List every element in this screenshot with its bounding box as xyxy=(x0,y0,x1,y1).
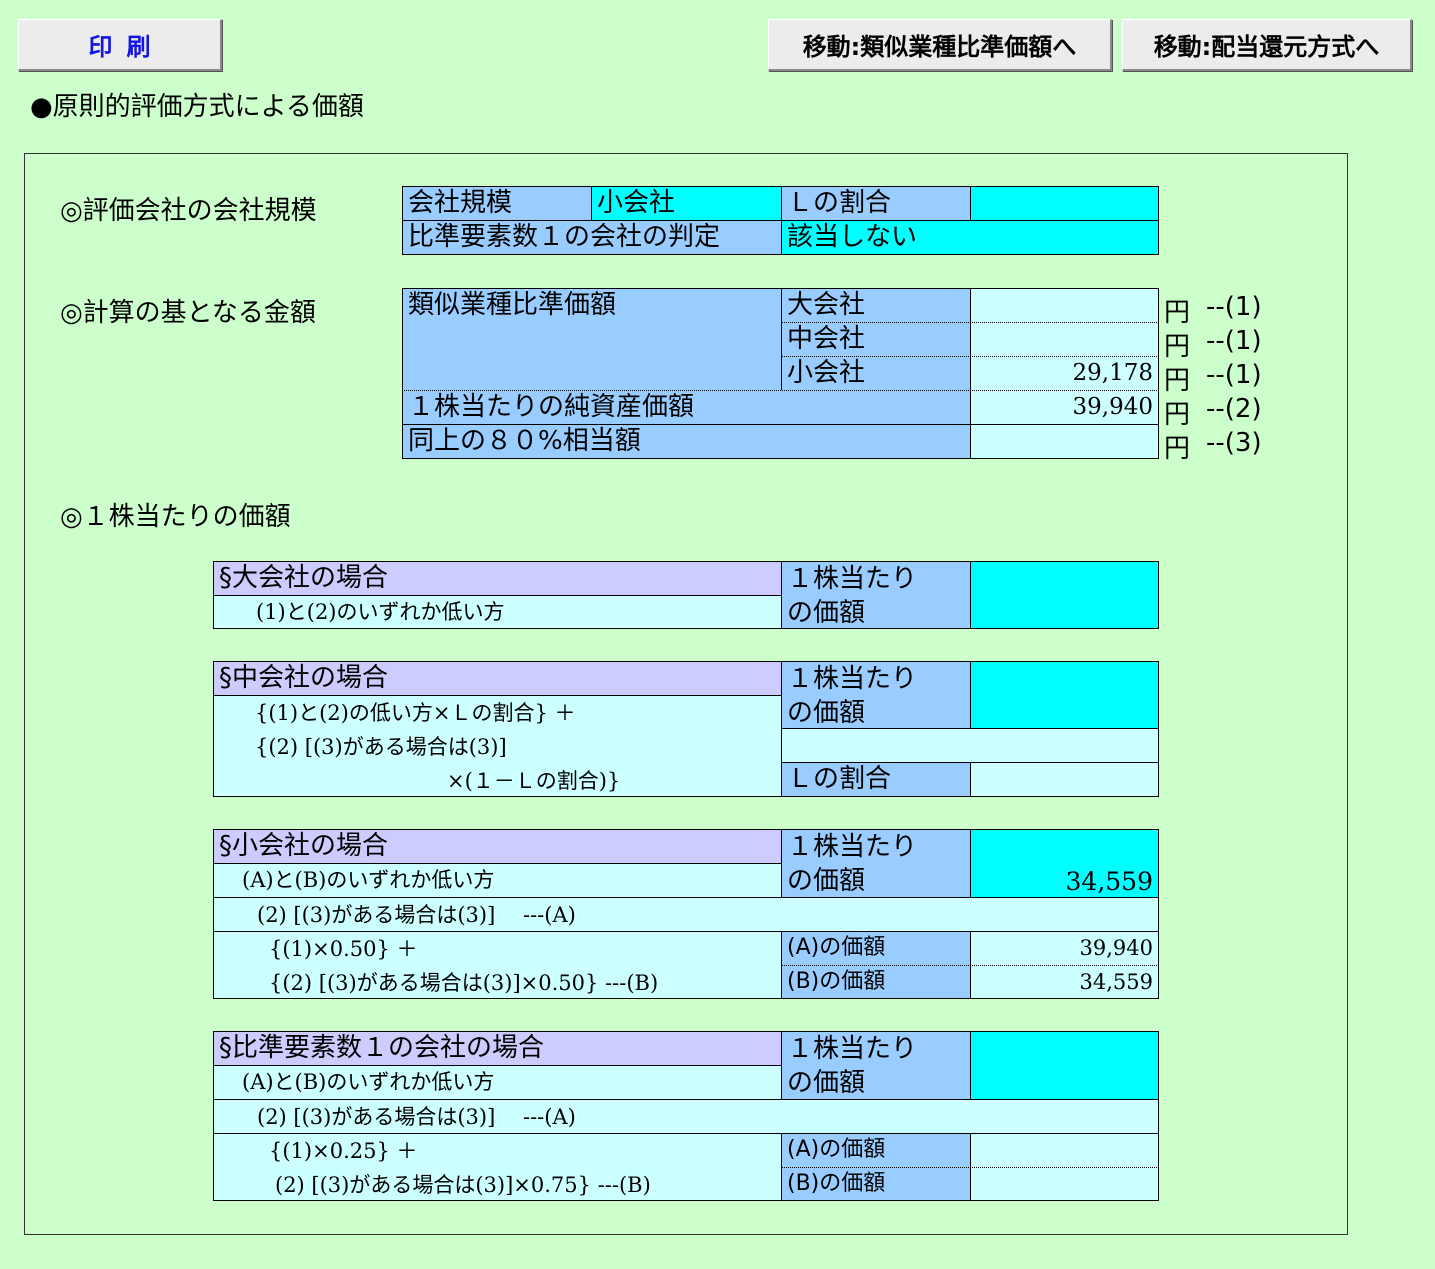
large-company-label: 大会社 xyxy=(781,288,971,323)
medium-company-case-title: §中会社の場合 xyxy=(213,661,782,696)
small-a-value[interactable]: 39,940 xyxy=(970,931,1159,966)
small-formula-box: {(1)×0.50} ＋ {(2) [(3)がある場合は(3)]×0.50} -… xyxy=(213,931,782,999)
large-company-unit: 円 xyxy=(1164,298,1191,328)
small-per-share-label: １株当たり の価額 xyxy=(781,829,971,898)
small-formula-line3: {(2) [(3)がある場合は(3)]×0.50} ---(B) xyxy=(269,971,659,995)
small-b-label: (B)の価額 xyxy=(781,965,971,999)
one-factor-formula-line3: (2) [(3)がある場合は(3)]×0.75} ---(B) xyxy=(275,1173,651,1197)
net-asset-label: １株当たりの純資産価額 xyxy=(402,390,971,425)
nav-similar-industry-button[interactable]: 移動:類似業種比準価額へ xyxy=(768,19,1112,71)
medium-formula-box: {(1)と(2)の低い方×Ｌの割合} ＋ {(2) [(3)がある場合は(3)]… xyxy=(213,695,782,797)
medium-company-value[interactable] xyxy=(970,322,1159,357)
large-company-value[interactable] xyxy=(970,288,1159,323)
large-company-ref: --(1) xyxy=(1206,292,1262,322)
section-base-amount-heading: ◎計算の基となる金額 xyxy=(60,298,316,328)
small-company-case-title: §小会社の場合 xyxy=(213,829,782,864)
one-factor-per-share-label: １株当たり の価額 xyxy=(781,1031,971,1100)
eighty-percent-label: 同上の８０%相当額 xyxy=(402,424,971,459)
small-company-ref: --(1) xyxy=(1206,360,1262,390)
net-asset-unit: 円 xyxy=(1164,400,1191,430)
medium-formula-line3: ×(１－Ｌの割合)} xyxy=(447,769,621,793)
one-factor-case-title: §比準要素数１の会社の場合 xyxy=(213,1031,782,1066)
small-per-share-value[interactable]: 34,559 xyxy=(970,829,1159,898)
one-factor-a-value[interactable] xyxy=(970,1133,1159,1168)
one-factor-formula-line0: (A)と(B)のいずれか低い方 xyxy=(213,1065,782,1100)
per-share-label-line2: の価額 xyxy=(787,698,866,728)
eighty-percent-value[interactable] xyxy=(970,424,1159,459)
large-company-case-title: §大会社の場合 xyxy=(213,561,782,596)
company-size-label: 会社規模 xyxy=(402,186,592,221)
small-company-label: 小会社 xyxy=(781,356,971,391)
one-factor-formula-line1: (2) [(3)がある場合は(3)] ---(A) xyxy=(257,1105,576,1129)
per-share-label-line2: の価額 xyxy=(787,1068,866,1098)
page-title: ●原則的評価方式による価額 xyxy=(30,92,364,122)
similar-industry-label: 類似業種比準価額 xyxy=(402,288,782,391)
section-company-size-heading: ◎評価会社の会社規模 xyxy=(60,196,317,226)
per-share-label-line1: １株当たり xyxy=(787,832,918,862)
medium-formula-line2: {(2) [(3)がある場合は(3)] xyxy=(255,735,507,759)
small-company-value[interactable]: 29,178 xyxy=(970,356,1159,391)
one-factor-b-value[interactable] xyxy=(970,1167,1159,1201)
one-factor-judgement-label: 比準要素数１の会社の判定 xyxy=(402,220,782,255)
small-formula-line2: {(1)×0.50} ＋ xyxy=(269,937,418,961)
l-ratio-value[interactable] xyxy=(970,186,1159,221)
large-per-share-label: １株当たり の価額 xyxy=(781,561,971,629)
medium-per-share-value[interactable] xyxy=(970,661,1159,729)
one-factor-formula-box: {(1)×0.25} ＋ (2) [(3)がある場合は(3)]×0.75} --… xyxy=(213,1133,782,1201)
medium-l-ratio-label: Ｌの割合 xyxy=(781,762,971,797)
net-asset-value[interactable]: 39,940 xyxy=(970,390,1159,425)
medium-company-ref: --(1) xyxy=(1206,326,1262,356)
per-share-label-line2: の価額 xyxy=(787,866,866,896)
per-share-label-line1: １株当たり xyxy=(787,664,918,694)
per-share-label-line2: の価額 xyxy=(787,598,866,628)
eighty-percent-unit: 円 xyxy=(1164,434,1191,464)
small-a-label: (A)の価額 xyxy=(781,931,971,966)
per-share-label-line1: １株当たり xyxy=(787,1034,918,1064)
one-factor-judgement-value[interactable]: 該当しない xyxy=(781,220,1159,255)
one-factor-b-label: (B)の価額 xyxy=(781,1167,971,1201)
net-asset-ref: --(2) xyxy=(1206,394,1262,424)
section-per-share-heading: ◎１株当たりの価額 xyxy=(60,502,291,532)
one-factor-a-label: (A)の価額 xyxy=(781,1133,971,1168)
medium-formula-line1: {(1)と(2)の低い方×Ｌの割合} ＋ xyxy=(255,701,576,725)
l-ratio-label: Ｌの割合 xyxy=(781,186,971,221)
medium-per-share-label: １株当たり の価額 xyxy=(781,661,971,729)
medium-company-label: 中会社 xyxy=(781,322,971,357)
medium-spacer-cell xyxy=(781,728,1159,763)
one-factor-per-share-value[interactable] xyxy=(970,1031,1159,1100)
eighty-percent-ref: --(3) xyxy=(1206,428,1262,458)
large-company-formula: (1)と(2)のいずれか低い方 xyxy=(213,595,782,629)
print-button[interactable]: 印刷 xyxy=(18,19,222,71)
nav-dividend-method-button[interactable]: 移動:配当還元方式へ xyxy=(1122,19,1412,71)
medium-company-unit: 円 xyxy=(1164,332,1191,362)
company-size-value[interactable]: 小会社 xyxy=(591,186,782,221)
small-formula-line0: (A)と(B)のいずれか低い方 xyxy=(213,863,782,898)
medium-l-ratio-value[interactable] xyxy=(970,762,1159,797)
small-formula-row1: (2) [(3)がある場合は(3)] ---(A) xyxy=(213,897,1159,932)
large-per-share-value[interactable] xyxy=(970,561,1159,629)
small-b-value[interactable]: 34,559 xyxy=(970,965,1159,999)
small-company-unit: 円 xyxy=(1164,366,1191,396)
one-factor-formula-line2: {(1)×0.25} ＋ xyxy=(269,1139,418,1163)
per-share-label-line1: １株当たり xyxy=(787,564,918,594)
small-formula-line1: (2) [(3)がある場合は(3)] ---(A) xyxy=(257,903,576,927)
one-factor-formula-row1: (2) [(3)がある場合は(3)] ---(A) xyxy=(213,1099,1159,1134)
